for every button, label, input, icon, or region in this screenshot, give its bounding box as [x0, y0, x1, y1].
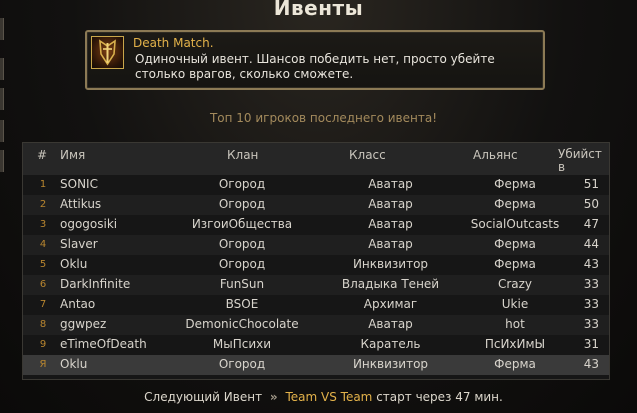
rail-tab[interactable]	[0, 88, 4, 110]
event-name: Death Match.	[133, 36, 214, 50]
clan-cell: BSOE	[225, 297, 259, 311]
column-rank: #	[37, 148, 48, 162]
rank-cell: 3	[39, 219, 47, 230]
clan-cell: МыПсихи	[212, 337, 272, 351]
table-row: 4 Slaver Огород Аватар Ферма 44	[23, 235, 609, 255]
leaderboard-caption: Топ 10 игроков последнего ивента!	[209, 111, 438, 125]
next-event-footer: Следующий Ивент » Team VS Team старт чер…	[0, 390, 637, 404]
next-event-name[interactable]: Team VS Team	[285, 390, 372, 404]
column-alliance: Альянс	[473, 148, 518, 162]
class-cell: Аватар	[368, 237, 413, 251]
next-event-prefix: Следующий Ивент	[144, 390, 263, 404]
alliance-cell: ПсИхИмЫ	[484, 337, 546, 351]
alliance-cell: Ферма	[494, 237, 536, 251]
sword-crest-icon	[91, 36, 124, 69]
rank-cell: 5	[39, 259, 47, 270]
rank-cell: 7	[39, 299, 47, 310]
events-window: Ивенты Death Match. Одиночный ивент. Шан…	[0, 0, 637, 413]
kills-cell: 43	[583, 357, 599, 371]
rank-cell: 8	[39, 319, 47, 330]
column-clan: Клан	[227, 148, 259, 162]
rank-cell: 1	[39, 179, 47, 190]
table-row: 3 ogogosiki ИзгоиОбщества Аватар SocialO…	[23, 215, 609, 235]
class-cell: Инквизитор	[352, 357, 429, 371]
class-cell: Инквизитор	[352, 257, 429, 271]
clan-cell: ИзгоиОбщества	[191, 217, 293, 231]
column-class: Класс	[349, 148, 386, 162]
kills-cell: 33	[583, 297, 599, 311]
kills-cell: 44	[583, 237, 599, 251]
table-header: # Имя Клан Класс Альянс Убийств	[23, 143, 609, 175]
rank-cell: 4	[39, 239, 47, 250]
player-name[interactable]: DarkInfinite	[60, 277, 130, 291]
table-row: 5 Oklu Огород Инквизитор Ферма 43	[23, 255, 609, 275]
table-row: 9 eTimeOfDeath МыПсихи Каратель ПсИхИмЫ …	[23, 335, 609, 355]
player-name[interactable]: SONIC	[60, 177, 98, 191]
player-name[interactable]: Slaver	[60, 237, 98, 251]
rail-tab[interactable]	[0, 18, 4, 40]
clan-cell: Огород	[218, 257, 266, 271]
class-cell: Аватар	[368, 197, 413, 211]
event-description: Одиночный ивент. Шансов победить нет, пр…	[135, 52, 495, 81]
column-kills: Убийств	[558, 147, 602, 174]
kills-cell: 33	[583, 277, 599, 291]
table-row: 7 Antao BSOE Архимаг Ukie 33	[23, 295, 609, 315]
table-row: 6 DarkInfinite FunSun Владыка Теней Craz…	[23, 275, 609, 295]
clan-cell: FunSun	[219, 277, 265, 291]
window-title: Ивенты	[273, 0, 364, 20]
rail-tab[interactable]	[0, 58, 4, 80]
alliance-cell: Ферма	[494, 257, 536, 271]
player-name[interactable]: Attikus	[60, 197, 101, 211]
table-row: 8 ggwpez DemonicChocolate Аватар hot 33	[23, 315, 609, 335]
my-row: Я Oklu Огород Инквизитор Ферма 43	[23, 355, 609, 375]
player-name[interactable]: Antao	[60, 297, 95, 311]
class-cell: Аватар	[368, 177, 413, 191]
clan-cell: Огород	[218, 197, 266, 211]
leaderboard-table: # Имя Клан Класс Альянс Убийств 1 SONIC …	[22, 142, 610, 380]
class-cell: Аватар	[368, 217, 413, 231]
class-cell: Владыка Теней	[341, 277, 440, 291]
kills-cell: 47	[583, 217, 599, 231]
alliance-cell: Ферма	[494, 197, 536, 211]
clan-cell: DemonicChocolate	[185, 317, 299, 331]
clan-cell: Огород	[218, 237, 266, 251]
table-row: 2 Attikus Огород Аватар Ферма 50	[23, 195, 609, 215]
kills-cell: 43	[583, 257, 599, 271]
event-info-panel: Death Match. Одиночный ивент. Шансов поб…	[85, 30, 545, 90]
player-name[interactable]: eTimeOfDeath	[60, 337, 147, 351]
alliance-cell: Ферма	[494, 177, 536, 191]
alliance-cell: Ukie	[501, 297, 529, 311]
alliance-cell: SocialOutcasts	[470, 217, 560, 231]
double-arrow-icon: »	[269, 390, 278, 404]
kills-cell: 50	[583, 197, 599, 211]
column-name: Имя	[60, 148, 86, 162]
rail-tab[interactable]	[0, 150, 4, 172]
next-event-countdown: старт через 47 мин.	[376, 390, 503, 404]
alliance-cell: hot	[505, 317, 525, 331]
kills-cell: 51	[583, 177, 599, 191]
left-rail	[0, 0, 4, 413]
rank-cell: Я	[39, 359, 47, 370]
kills-cell: 33	[583, 317, 599, 331]
alliance-cell: Ферма	[494, 357, 536, 371]
player-name[interactable]: ggwpez	[60, 317, 106, 331]
clan-cell: Огород	[218, 357, 266, 371]
rank-cell: 9	[39, 339, 47, 350]
class-cell: Каратель	[360, 337, 421, 351]
class-cell: Аватар	[368, 317, 413, 331]
table-row: 1 SONIC Огород Аватар Ферма 51	[23, 175, 609, 195]
clan-cell: Огород	[218, 177, 266, 191]
player-name[interactable]: ogogosiki	[60, 217, 117, 231]
player-name[interactable]: Oklu	[60, 257, 87, 271]
rank-cell: 6	[39, 279, 47, 290]
player-name[interactable]: Oklu	[60, 357, 87, 371]
alliance-cell: Crazy	[497, 277, 533, 291]
class-cell: Архимаг	[363, 297, 418, 311]
kills-cell: 31	[583, 337, 599, 351]
rank-cell: 2	[39, 199, 47, 210]
